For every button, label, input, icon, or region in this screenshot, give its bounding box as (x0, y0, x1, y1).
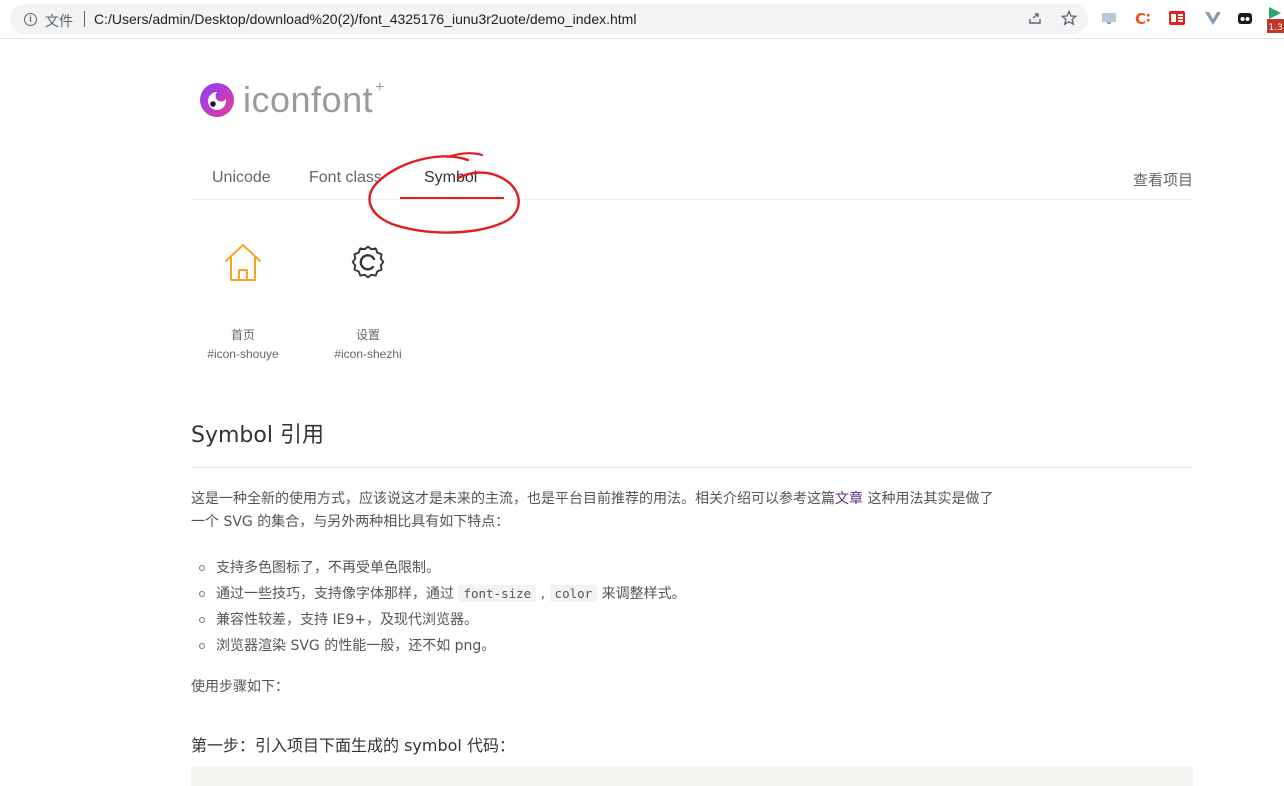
list-item: 通过一些技巧，支持像字体那样，通过 font-size , color 来调整样… (197, 581, 686, 607)
active-tab-underline (400, 197, 504, 199)
extension-screen-icon[interactable] (1100, 9, 1118, 27)
extension-c-icon[interactable]: C (1134, 9, 1152, 28)
svg-text:C: C (1135, 10, 1146, 27)
feature-text: 支持多色图标了，不再受单色限制。 (216, 560, 440, 576)
icon-name: 设置 (355, 328, 380, 342)
scheme-label: 文件 (45, 14, 73, 30)
icon-code: #icon-shezhi (334, 347, 402, 361)
icon-name: 首页 (230, 328, 255, 342)
section-title: Symbol 引用 (191, 423, 324, 448)
extension-vue-icon[interactable] (1204, 9, 1222, 27)
home-icon (221, 240, 265, 284)
intro-paragraph: 这是一种全新的使用方式，应该说这才是未来的主流，也是平台目前推荐的用法。相关介绍… (191, 488, 1001, 534)
bookmark-star-icon[interactable] (1060, 9, 1078, 28)
feature-text: 通过一些技巧，支持像字体那样，通过 (216, 586, 459, 602)
steps-label: 使用步骤如下： (191, 679, 289, 695)
step-one-heading: 第一步：引入项目下面生成的 symbol 代码： (191, 736, 515, 755)
info-icon[interactable]: i (24, 13, 37, 26)
inline-code-color: color (549, 585, 598, 602)
list-item: 支持多色图标了，不再受单色限制。 (197, 555, 686, 581)
gear-icon (346, 240, 390, 284)
feature-text: 浏览器渲染 SVG 的性能一般，还不如 png。 (216, 638, 496, 654)
view-project-link[interactable]: 查看项目 (1133, 169, 1193, 190)
extension-glasses-icon[interactable] (1236, 9, 1254, 27)
omnibox-divider (84, 11, 85, 27)
intro-text: 这是一种全新的使用方式，应该说这才是未来的主流，也是平台目前推荐的用法。相关介绍… (191, 491, 835, 507)
icon-card-home[interactable]: 首页 #icon-shouye (193, 240, 293, 361)
inline-code-font-size: font-size (458, 585, 537, 602)
iconfont-logo[interactable]: iconfont + (199, 79, 385, 120)
tab-font-class[interactable]: Font class (309, 169, 382, 187)
tab-bar: Unicode Font class Symbol 查看项目 (191, 159, 1193, 200)
tab-symbol[interactable]: Symbol (424, 169, 477, 187)
extension-badge-text: 1.3 (1269, 23, 1283, 33)
article-link[interactable]: 文章 (835, 491, 863, 507)
feature-text: 兼容性较差，支持 IE9+，及现代浏览器。 (216, 612, 479, 628)
icon-card-settings[interactable]: 设置 #icon-shezhi (318, 240, 418, 361)
address-bar[interactable]: i 文件 C:/Users/admin/Desktop/download%20(… (10, 4, 1088, 34)
extension-badge-icon[interactable]: 1.3 (1265, 4, 1284, 34)
logo-text: iconfont (243, 79, 374, 120)
tab-unicode[interactable]: Unicode (212, 169, 271, 187)
extension-fe-icon[interactable] (1168, 9, 1186, 27)
page-content: iconfont + Unicode Font class Symbol 查看项… (0, 39, 1284, 786)
code-block (191, 766, 1193, 786)
feature-list: 支持多色图标了，不再受单色限制。 通过一些技巧，支持像字体那样，通过 font-… (197, 555, 686, 659)
share-icon[interactable] (1026, 10, 1044, 28)
icon-code: #icon-shouye (207, 347, 279, 361)
list-item: 浏览器渲染 SVG 的性能一般，还不如 png。 (197, 633, 686, 659)
section-divider (191, 467, 1193, 468)
feature-text: 来调整样式。 (597, 586, 686, 602)
logo-plus: + (375, 79, 385, 96)
list-item: 兼容性较差，支持 IE9+，及现代浏览器。 (197, 607, 686, 633)
url-text[interactable]: C:/Users/admin/Desktop/download%20(2)/fo… (94, 11, 636, 27)
feature-separator: , (536, 586, 550, 602)
logo-mark-icon (200, 83, 234, 117)
browser-toolbar: i 文件 C:/Users/admin/Desktop/download%20(… (0, 0, 1284, 39)
